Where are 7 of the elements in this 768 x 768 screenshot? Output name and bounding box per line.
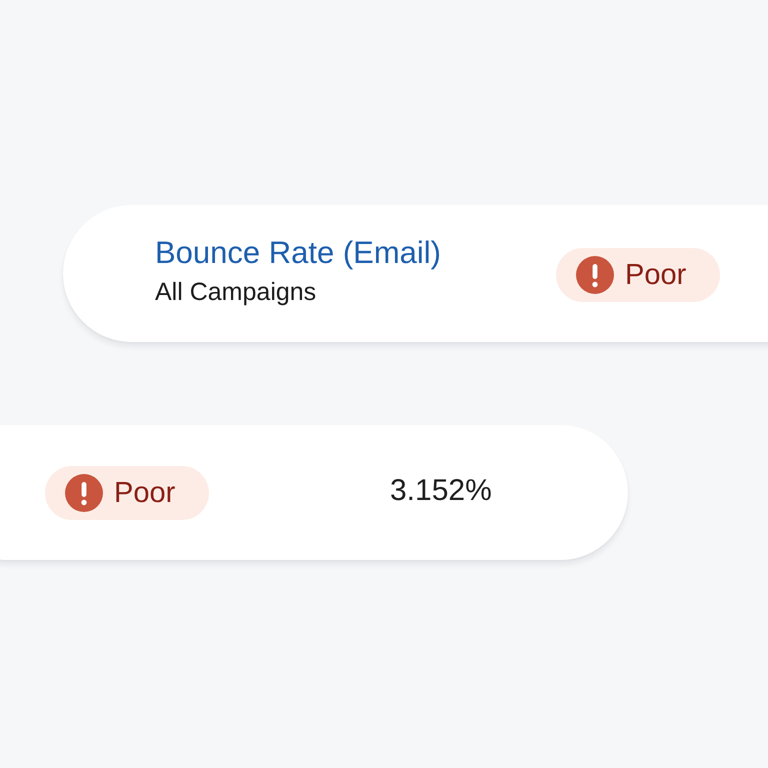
- metric-subtitle: All Campaigns: [155, 276, 318, 308]
- metric-title: Bounce Rate (Email): [155, 234, 442, 272]
- alert-icon: [576, 256, 614, 294]
- alert-icon: [65, 474, 103, 512]
- metric-value: 3.152%: [390, 472, 492, 508]
- status-label: Poor: [625, 258, 686, 292]
- status-label: Poor: [114, 476, 176, 510]
